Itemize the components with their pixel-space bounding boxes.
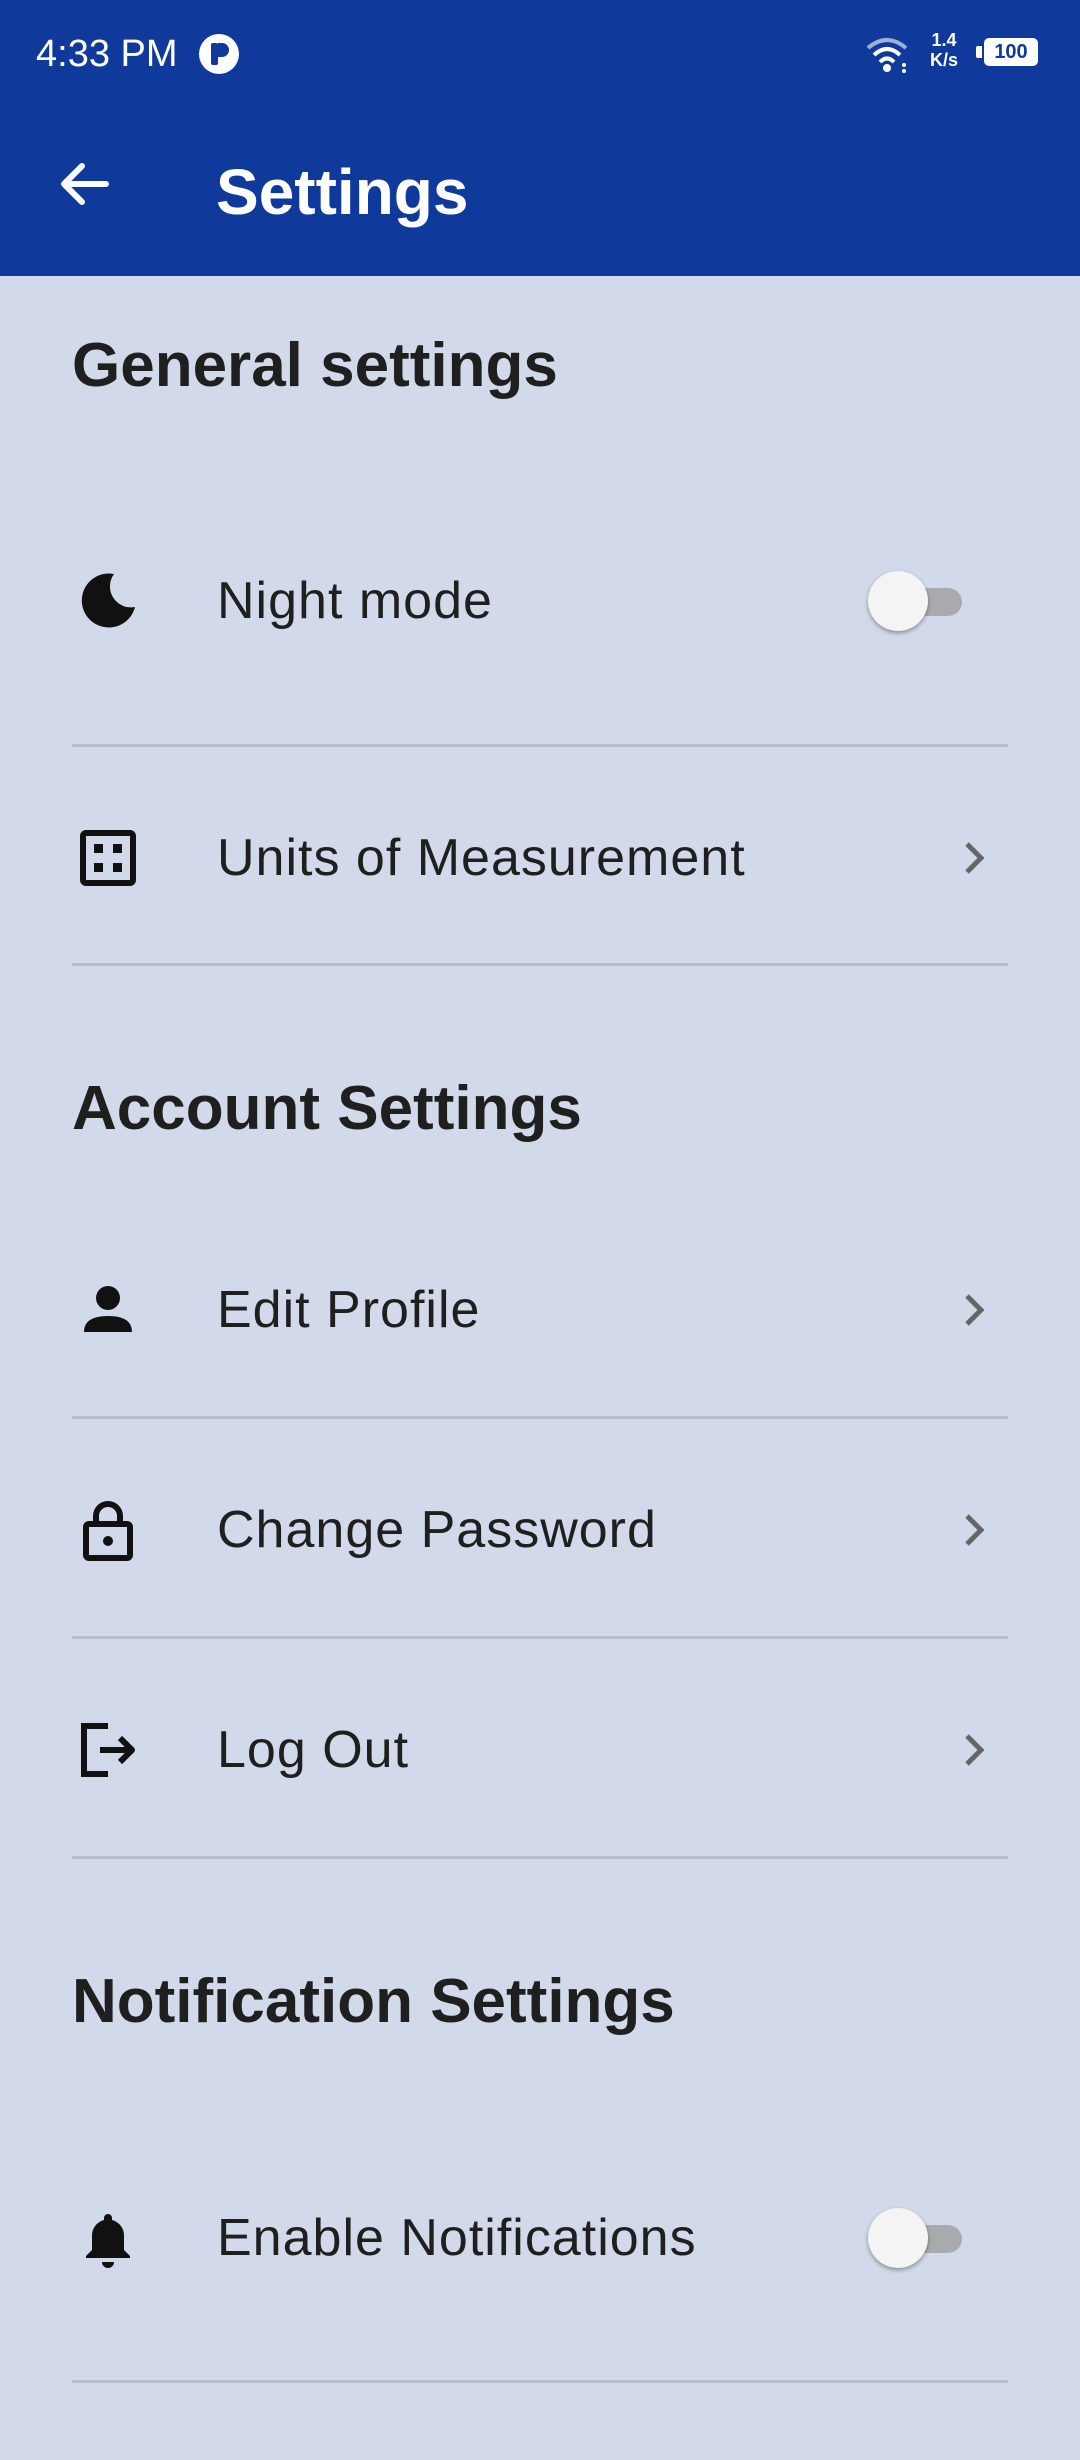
logout-icon	[81, 1723, 135, 1777]
person-icon	[84, 1286, 132, 1332]
toggle-thumb	[868, 571, 928, 631]
night-mode-toggle[interactable]	[868, 571, 972, 631]
section-title-notifications: Notification Settings	[72, 1967, 675, 2036]
log-out-row[interactable]: Log Out	[72, 1680, 1008, 1820]
log-out-label: Log Out	[217, 1721, 410, 1779]
chevron-right-icon	[965, 1734, 985, 1766]
status-time: 4:33 PM	[36, 33, 178, 75]
network-speed-value: 1.4	[931, 30, 957, 50]
night-mode-row[interactable]: Night mode	[72, 531, 1008, 671]
battery-icon: 100	[976, 36, 1042, 70]
enable-notifications-label: Enable Notifications	[217, 2209, 697, 2267]
chevron-right-icon	[965, 842, 985, 874]
measure-icon	[80, 830, 136, 886]
enable-notifications-toggle[interactable]	[868, 2208, 972, 2268]
lock-icon	[83, 1501, 133, 1561]
night-mode-label: Night mode	[217, 572, 493, 630]
battery-cap	[976, 46, 982, 58]
chevron-right-icon	[965, 1514, 985, 1546]
toggle-thumb	[868, 2208, 928, 2268]
edit-profile-label: Edit Profile	[217, 1281, 481, 1339]
bell-icon	[86, 2214, 130, 2268]
enable-notifications-row[interactable]: Enable Notifications	[72, 2168, 1008, 2308]
units-of-measurement-row[interactable]: Units of Measurement	[72, 788, 1008, 928]
change-password-label: Change Password	[217, 1501, 657, 1559]
units-of-measurement-label: Units of Measurement	[217, 829, 746, 887]
chevron-right-icon	[965, 1294, 985, 1326]
divider	[72, 1416, 1008, 1419]
section-title-general: General settings	[72, 331, 558, 400]
page-title: Settings	[216, 156, 469, 228]
arrow-back-icon[interactable]	[48, 148, 120, 220]
section-title-account: Account Settings	[72, 1074, 582, 1143]
status-bar: 4:33 PM 1.4 K/s 100	[0, 0, 1080, 108]
change-password-row[interactable]: Change Password	[72, 1460, 1008, 1600]
divider	[72, 1636, 1008, 1639]
edit-profile-row[interactable]: Edit Profile	[72, 1240, 1008, 1380]
wifi-icon	[866, 38, 908, 73]
divider	[72, 2380, 1008, 2383]
app-notification-icon	[199, 34, 239, 74]
app-bar: Settings	[0, 108, 1080, 276]
divider	[72, 1856, 1008, 1859]
network-speed: 1.4 K/s	[924, 30, 964, 70]
divider	[72, 963, 1008, 966]
moon-icon	[81, 573, 135, 628]
battery-level: 100	[984, 38, 1038, 66]
divider	[72, 744, 1008, 747]
network-speed-unit: K/s	[929, 50, 958, 70]
